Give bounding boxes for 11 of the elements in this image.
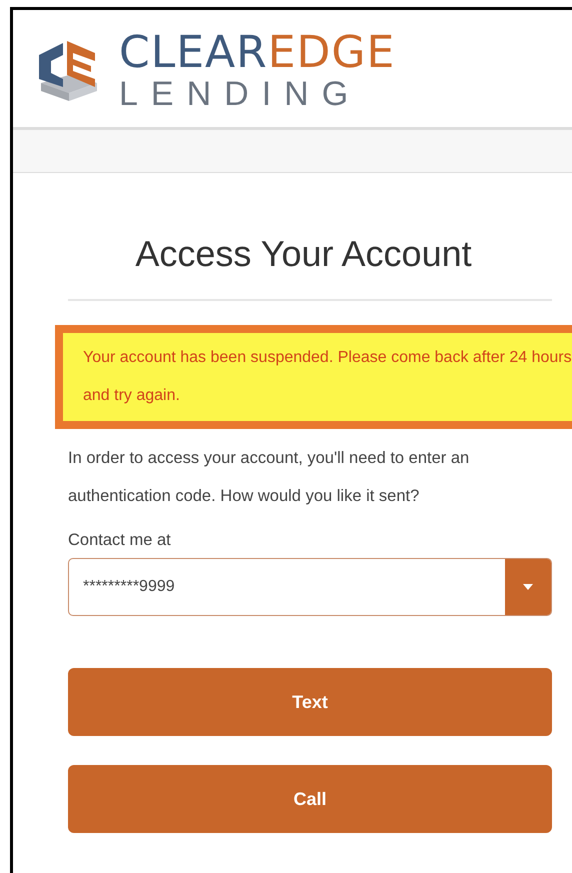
brand-name: EDGE	[268, 30, 396, 74]
caret-icon	[523, 584, 533, 590]
field-label: Contact me at	[68, 531, 172, 550]
instructions-text: In order to access your account, you'll need to enter an authentication code. How would you like it sent?	[68, 448, 470, 507]
page-title: Access Your Account	[134, 233, 473, 275]
action-button[interactable]: Text	[68, 668, 552, 736]
contact-select[interactable]: *********9999	[68, 558, 552, 616]
alert-message: Your account has been suspended. Please come back after 24 hours and try again.	[83, 349, 572, 404]
brand-name: CLEAR	[119, 30, 268, 74]
brand-subtitle: LENDING	[119, 76, 362, 110]
action-button[interactable]: Call	[68, 765, 552, 833]
